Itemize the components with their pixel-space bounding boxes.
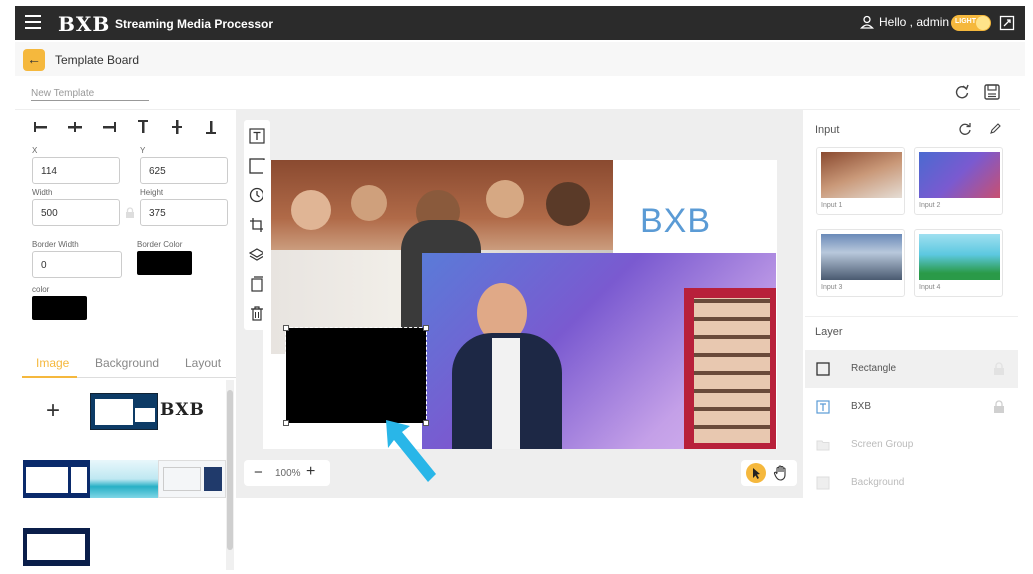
resize-handle[interactable] (423, 325, 429, 331)
fill-color-swatch[interactable] (32, 296, 87, 320)
y-field[interactable]: 625 (140, 157, 228, 184)
theme-toggle[interactable]: LIGHT (951, 15, 991, 31)
refresh-icon[interactable] (958, 122, 972, 136)
cursor-icon (753, 468, 760, 479)
app-title: Streaming Media Processor (115, 17, 274, 31)
square-icon (816, 362, 830, 376)
resize-handle[interactable] (283, 420, 289, 426)
border-color-label: Border Color (137, 240, 183, 249)
layer-item-bxb[interactable]: BXB (805, 388, 1018, 426)
zoom-in-button[interactable]: + (306, 463, 315, 481)
canvas-text-element[interactable]: BXB (640, 202, 711, 241)
border-width-label: Border Width (32, 240, 79, 249)
fullscreen-icon[interactable] (999, 15, 1015, 31)
layer-name: Rectangle (851, 363, 897, 374)
library-scrollbar[interactable] (226, 380, 234, 570)
layer-section-title: Layer (815, 326, 843, 338)
presenter-photo[interactable] (422, 253, 776, 449)
theme-label: LIGHT (955, 18, 976, 25)
input-label: Input 4 (919, 284, 941, 291)
image-thumb-dark-frame[interactable] (23, 528, 90, 566)
page-header: ← Template Board (15, 42, 1025, 76)
folder-icon (816, 440, 830, 451)
page-title: Template Board (55, 53, 140, 67)
user-menu[interactable]: Hello , admin (860, 15, 949, 29)
align-center-vertical-icon[interactable] (168, 118, 186, 136)
height-field[interactable]: 375 (140, 199, 228, 226)
hamburger-menu-icon[interactable] (25, 15, 41, 29)
hand-pan-icon[interactable] (772, 464, 790, 482)
image-thumb-layout[interactable] (90, 393, 158, 430)
align-center-horizontal-icon[interactable] (66, 118, 84, 136)
lock-icon[interactable] (993, 400, 1005, 414)
y-label: Y (140, 146, 146, 155)
input-label: Input 3 (821, 284, 843, 291)
lock-icon[interactable] (993, 362, 1005, 376)
top-bar: BXB Streaming Media Processor Hello , ad… (15, 6, 1025, 40)
image-thumb-light-layout[interactable] (158, 460, 226, 498)
x-field[interactable]: 114 (32, 157, 120, 184)
annotation-arrow-icon (386, 420, 436, 482)
border-color-swatch[interactable] (137, 251, 192, 275)
select-mode-button[interactable] (746, 463, 766, 483)
input-thumb-2[interactable]: Input 2 (914, 147, 1003, 215)
input-thumb-4[interactable]: Input 4 (914, 229, 1003, 297)
tab-background[interactable]: Background (95, 356, 159, 370)
reset-icon[interactable] (953, 83, 971, 101)
layer-name: BXB (851, 401, 872, 412)
template-name-input[interactable]: New Template (31, 88, 149, 101)
zoom-level: 100% (275, 468, 301, 479)
layer-item-screen-group[interactable]: Screen Group (805, 426, 1018, 464)
image-icon (816, 476, 830, 490)
align-right-icon[interactable] (100, 118, 118, 136)
save-icon[interactable] (983, 83, 1001, 101)
width-field[interactable]: 500 (32, 199, 120, 226)
aspect-lock-icon[interactable] (125, 207, 135, 219)
layer-item-rectangle[interactable]: Rectangle (805, 350, 1018, 388)
template-name-bar: New Template (15, 76, 1020, 110)
back-button[interactable]: ← (23, 49, 45, 71)
app-logo: BXB (58, 12, 111, 36)
right-panel: Input Input 1 Input 2 Input 3 Input 4 La… (805, 110, 1018, 572)
alignment-toolbar (32, 118, 220, 136)
zoom-out-button[interactable]: − (254, 464, 263, 481)
library-tabs: Image Background Layout (22, 350, 236, 378)
input-label: Input 2 (919, 202, 941, 209)
text-icon (816, 400, 830, 414)
height-label: Height (140, 188, 164, 197)
add-image-button[interactable]: + (46, 397, 60, 425)
layer-name: Screen Group (851, 439, 914, 450)
layer-name: Background (851, 477, 905, 488)
color-label: color (32, 285, 50, 294)
width-label: Width (32, 188, 53, 197)
align-top-icon[interactable] (134, 118, 152, 136)
properties-panel: X 114 Y 625 Width 500 Height 375 Border … (22, 110, 236, 572)
border-width-field[interactable]: 0 (32, 251, 122, 278)
image-thumb-logo[interactable]: BXB (160, 400, 205, 420)
x-label: X (32, 146, 38, 155)
input-label: Input 1 (821, 202, 843, 209)
resize-handle[interactable] (283, 325, 289, 331)
zoom-control: − 100% + (244, 460, 330, 486)
input-thumb-3[interactable]: Input 3 (816, 229, 905, 297)
layer-item-background[interactable]: Background (805, 464, 1018, 502)
user-greeting: Hello , admin (879, 15, 950, 29)
pointer-mode-group (741, 460, 797, 486)
edit-icon[interactable] (989, 122, 1002, 135)
user-icon (860, 15, 874, 29)
image-thumb-blue-frame[interactable] (23, 460, 90, 498)
align-bottom-icon[interactable] (202, 118, 220, 136)
image-thumb-wave[interactable] (90, 460, 158, 498)
align-left-icon[interactable] (32, 118, 50, 136)
selected-rectangle[interactable] (285, 327, 427, 424)
input-thumb-1[interactable]: Input 1 (816, 147, 905, 215)
input-section-title: Input (815, 124, 840, 136)
text-tool-icon[interactable] (249, 128, 265, 144)
tab-layout[interactable]: Layout (185, 356, 221, 370)
tab-image[interactable]: Image (36, 356, 69, 370)
